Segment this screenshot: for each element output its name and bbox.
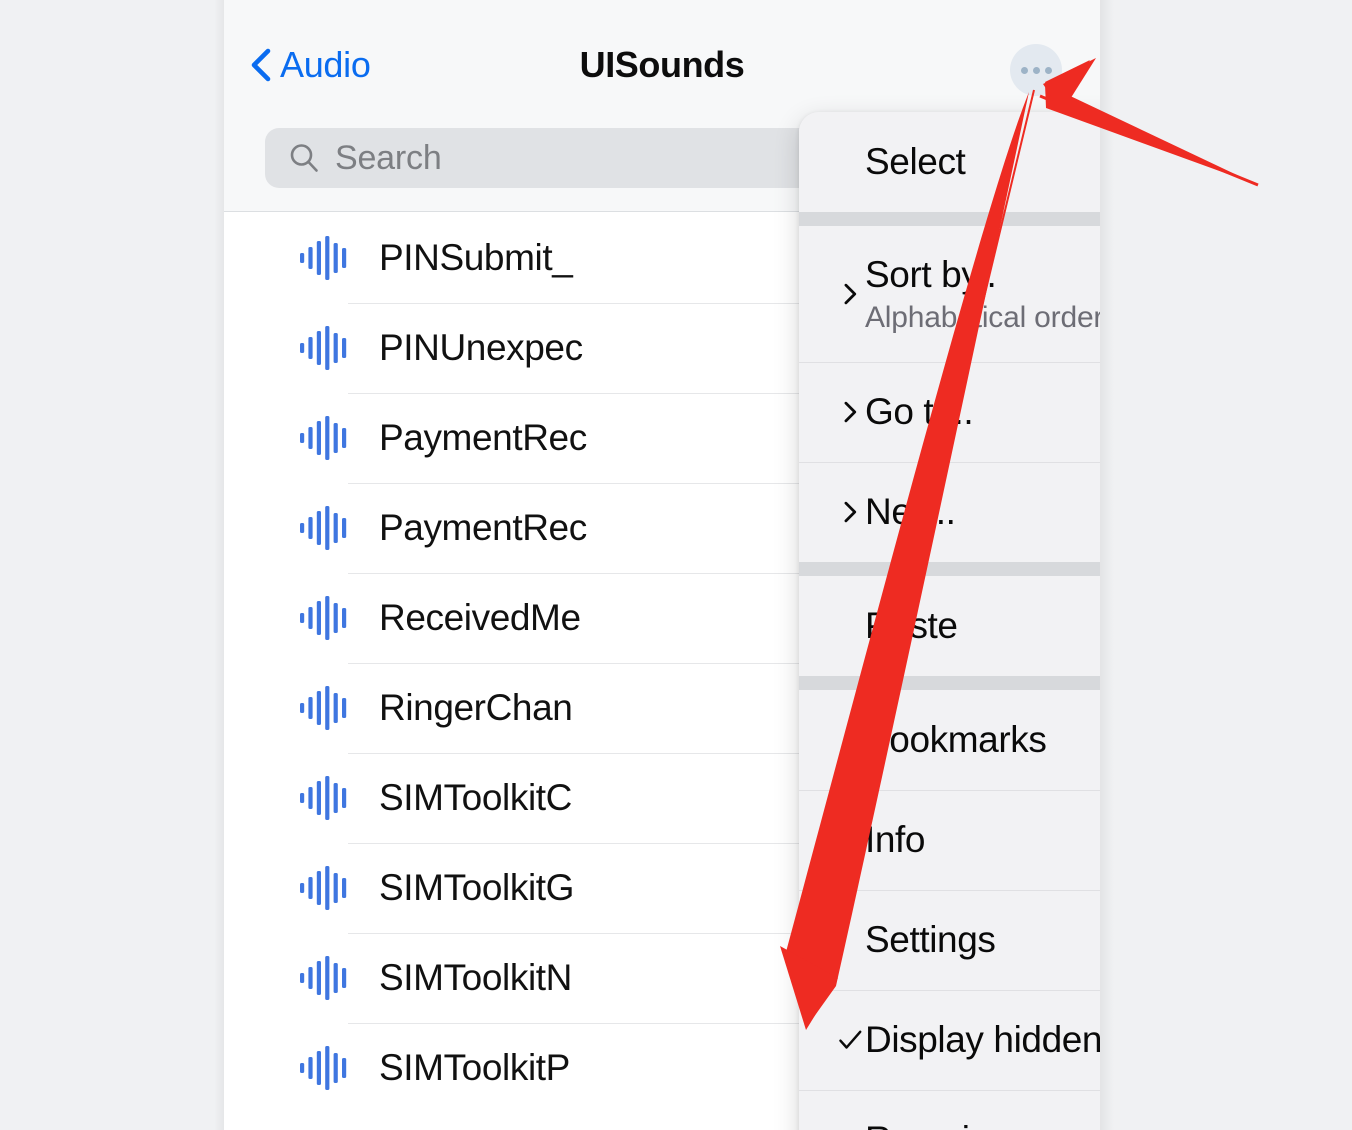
device-edge-shadow-right xyxy=(1100,0,1114,1130)
menu-item-display-hidden-files[interactable]: Display hidden files xyxy=(799,990,1100,1090)
menu-group-separator xyxy=(799,212,1100,226)
audio-waveform-icon-wrap xyxy=(289,326,355,370)
menu-item-sublabel: Alphabetical order xyxy=(865,300,1100,334)
menu-item-text: Sort by.. Alphabetical order xyxy=(865,253,1100,335)
audio-waveform-icon-wrap xyxy=(289,686,355,730)
menu-item-label: Info xyxy=(865,819,926,861)
menu-item-label: Go to.. xyxy=(865,391,974,433)
menu-item-go-to[interactable]: Go to.. xyxy=(799,362,1100,462)
menu-item-label: Bookmarks xyxy=(865,719,1047,761)
audio-waveform-icon xyxy=(300,236,355,280)
audio-waveform-icon-wrap xyxy=(289,506,355,550)
checkmark-icon xyxy=(839,1030,862,1049)
menu-item-text: Respring xyxy=(865,1118,1100,1130)
file-name: ReceivedMe xyxy=(379,597,581,638)
menu-group: Select xyxy=(799,112,1100,212)
menu-item-label: Settings xyxy=(865,919,996,961)
audio-waveform-icon xyxy=(300,686,355,730)
menu-item-lead-icon-wrap xyxy=(835,497,865,527)
menu-item-settings[interactable]: Settings xyxy=(799,890,1100,990)
menu-item-text: Info xyxy=(865,818,1100,862)
menu-group-separator xyxy=(799,562,1100,576)
file-name: PINSubmit_ xyxy=(379,237,573,278)
file-name: SIMToolkitC xyxy=(379,777,572,818)
ellipsis-dot-icon xyxy=(1044,66,1052,74)
menu-item-info[interactable]: Info xyxy=(799,790,1100,890)
menu-item-select[interactable]: Select xyxy=(799,112,1100,212)
file-name: RingerChan xyxy=(379,687,573,728)
audio-waveform-icon-wrap xyxy=(289,956,355,1000)
audio-waveform-icon xyxy=(300,326,355,370)
menu-item-text: Bookmarks xyxy=(865,718,1100,762)
audio-waveform-icon-wrap xyxy=(289,776,355,820)
menu-item-text: New.. xyxy=(865,490,1100,534)
chevron-right-icon xyxy=(844,401,857,423)
menu-group: Bookmarks Info Settings Display hidden file… xyxy=(799,690,1100,1130)
search-icon xyxy=(290,144,318,172)
menu-group-separator xyxy=(799,676,1100,690)
file-name: PINUnexpec xyxy=(379,327,583,368)
file-name: PaymentRec xyxy=(379,417,587,458)
menu-item-paste[interactable]: Paste xyxy=(799,576,1100,676)
audio-waveform-icon-wrap xyxy=(289,866,355,910)
more-options-button[interactable] xyxy=(1010,44,1062,96)
search-placeholder: Search xyxy=(335,138,442,177)
audio-waveform-icon-wrap xyxy=(289,416,355,460)
menu-item-respring[interactable]: Respring xyxy=(799,1090,1100,1130)
chevron-right-icon xyxy=(844,283,857,305)
screenshot-root: PINSubmit_ PINUnexpec PaymentRec PaymentRec… xyxy=(0,0,1352,1130)
menu-group: Paste xyxy=(799,576,1100,676)
file-name: SIMToolkitG xyxy=(379,867,575,908)
audio-waveform-icon-wrap xyxy=(289,1046,355,1090)
ellipsis-dot-icon xyxy=(1020,66,1028,74)
menu-item-lead-icon-wrap xyxy=(835,397,865,427)
audio-waveform-icon xyxy=(300,1046,355,1090)
menu-item-label: Display hidden files xyxy=(865,1019,1100,1061)
menu-item-text: Select xyxy=(865,140,1100,184)
device-screen: PINSubmit_ PINUnexpec PaymentRec PaymentRec… xyxy=(224,0,1100,1130)
audio-waveform-icon xyxy=(300,956,355,1000)
file-name: SIMToolkitP xyxy=(379,1047,570,1088)
audio-waveform-icon xyxy=(300,866,355,910)
file-name: SIMToolkitN xyxy=(379,957,572,998)
page-title: UISounds xyxy=(579,44,745,85)
chevron-right-icon xyxy=(844,501,857,523)
menu-item-lead-icon-wrap xyxy=(835,279,865,309)
menu-item-text: Paste xyxy=(865,604,1100,648)
audio-waveform-icon xyxy=(300,776,355,820)
ellipsis-dot-icon xyxy=(1032,66,1040,74)
menu-item-label: Sort by.. xyxy=(865,254,997,296)
menu-item-label: Paste xyxy=(865,605,958,647)
menu-group: Sort by.. Alphabetical order Go to.. New.. xyxy=(799,226,1100,562)
audio-waveform-icon xyxy=(300,506,355,550)
menu-item-new[interactable]: New.. xyxy=(799,462,1100,562)
menu-item-bookmarks[interactable]: Bookmarks xyxy=(799,690,1100,790)
audio-waveform-icon xyxy=(300,596,355,640)
menu-item-label: Select xyxy=(865,141,966,183)
context-menu: Select Sort by.. Alphabetical order Go to..… xyxy=(799,112,1100,1130)
menu-item-text: Go to.. xyxy=(865,390,1100,434)
audio-waveform-icon-wrap xyxy=(289,236,355,280)
audio-waveform-icon xyxy=(300,416,355,460)
menu-item-lead-icon-wrap xyxy=(835,1021,865,1059)
menu-item-label: Respring xyxy=(865,1118,1100,1130)
file-name: PaymentRec xyxy=(379,507,587,548)
menu-item-text: Display hidden files xyxy=(865,1018,1100,1062)
audio-waveform-icon-wrap xyxy=(289,596,355,640)
menu-item-text: Settings xyxy=(865,918,1100,962)
menu-item-sort-by[interactable]: Sort by.. Alphabetical order xyxy=(799,226,1100,362)
menu-item-label: New.. xyxy=(865,491,956,533)
